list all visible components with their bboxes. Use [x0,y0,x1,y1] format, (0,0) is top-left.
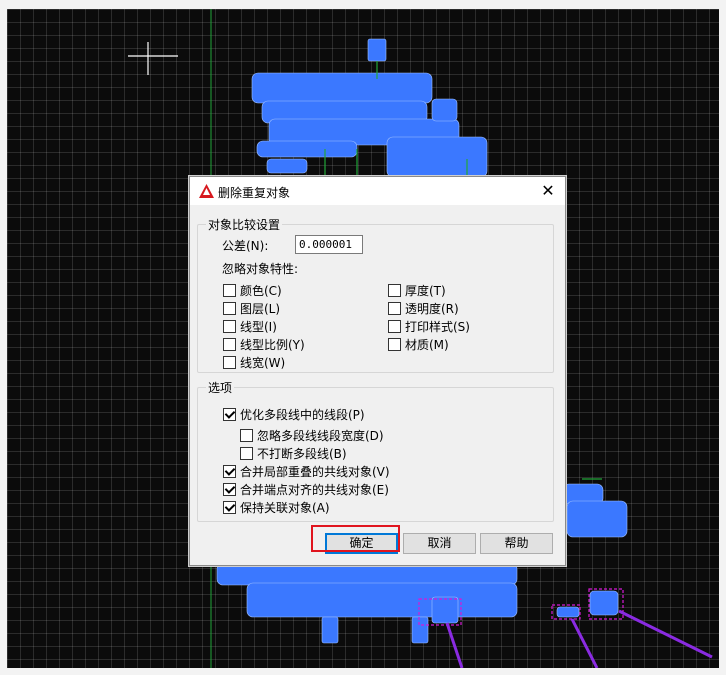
checkbox-box[interactable] [240,447,253,460]
autocad-logo-icon [199,184,214,198]
checkbox-label: 优化多段线中的线段(P) [240,408,365,422]
checkbox-label: 图层(L) [240,302,281,316]
checkbox-label: 保持关联对象(A) [240,501,330,515]
checkbox-lineweight[interactable]: 线宽(W) [223,354,286,370]
checkbox-label: 忽略多段线线段宽度(D) [257,429,384,443]
checkbox-linetype[interactable]: 线型(I) [223,318,277,334]
checkbox-box[interactable] [223,356,236,369]
checkbox-do-not-break[interactable]: 不打断多段线(B) [240,445,347,461]
close-icon: ✕ [541,181,555,200]
checkbox-label: 合并端点对齐的共线对象(E) [240,483,389,497]
checkbox-box[interactable] [223,284,236,297]
checkbox-optimize-segments[interactable]: 优化多段线中的线段(P) [223,406,365,422]
checkbox-box[interactable] [223,501,236,514]
checkbox-material[interactable]: 材质(M) [388,336,449,352]
checkbox-ignore-segment-width[interactable]: 忽略多段线线段宽度(D) [240,427,384,443]
crosshair-cursor [128,42,178,75]
compare-settings-label: 对象比较设置 [206,216,283,233]
checkbox-transparency[interactable]: 透明度(R) [388,300,459,316]
selected-objects-right [556,483,628,618]
checkbox-box[interactable] [223,338,236,351]
checkbox-color[interactable]: 颜色(C) [223,282,282,298]
checkbox-label: 透明度(R) [405,302,459,316]
help-button[interactable]: 帮助 [480,533,553,554]
checkbox-keep-associative[interactable]: 保持关联对象(A) [223,499,330,515]
checkbox-box[interactable] [388,338,401,351]
checkbox-plot-style[interactable]: 打印样式(S) [388,318,470,334]
checkbox-label: 不打断多段线(B) [257,447,347,461]
checkbox-label: 线宽(W) [240,356,286,370]
checkbox-merge-overlap[interactable]: 合并局部重叠的共线对象(V) [223,463,390,479]
ok-button[interactable]: 确定 [325,533,398,554]
checkbox-box[interactable] [240,429,253,442]
delete-duplicates-dialog: 删除重复对象 ✕ 对象比较设置 公差(N): 0.000001 忽略对象特性: … [189,176,566,566]
checkbox-box[interactable] [223,465,236,478]
checkbox-linetype-scale[interactable]: 线型比例(Y) [223,336,305,352]
selected-objects-bottom [216,562,518,644]
dialog-titlebar[interactable]: 删除重复对象 ✕ [190,177,565,205]
checkbox-label: 颜色(C) [240,284,282,298]
checkbox-label: 线型(I) [240,320,277,334]
checkbox-box[interactable] [223,408,236,421]
ignore-properties-label: 忽略对象特性: [222,262,299,276]
checkbox-box[interactable] [388,302,401,315]
checkbox-label: 打印样式(S) [405,320,470,334]
checkbox-box[interactable] [223,302,236,315]
checkbox-label: 线型比例(Y) [240,338,305,352]
tolerance-input[interactable]: 0.000001 [295,235,363,254]
checkbox-layer[interactable]: 图层(L) [223,300,281,316]
close-button[interactable]: ✕ [531,177,565,205]
dialog-title: 删除重复对象 [218,186,291,200]
checkbox-box[interactable] [388,284,401,297]
checkbox-thickness[interactable]: 厚度(T) [388,282,446,298]
checkbox-label: 合并局部重叠的共线对象(V) [240,465,390,479]
checkbox-box[interactable] [223,483,236,496]
selected-objects-top [251,38,488,178]
tolerance-label: 公差(N): [222,239,269,253]
checkbox-label: 厚度(T) [405,284,446,298]
checkbox-label: 材质(M) [405,338,449,352]
checkbox-box[interactable] [223,320,236,333]
checkbox-merge-endpoint[interactable]: 合并端点对齐的共线对象(E) [223,481,389,497]
checkbox-box[interactable] [388,320,401,333]
cancel-button[interactable]: 取消 [403,533,476,554]
options-label: 选项 [206,379,235,396]
